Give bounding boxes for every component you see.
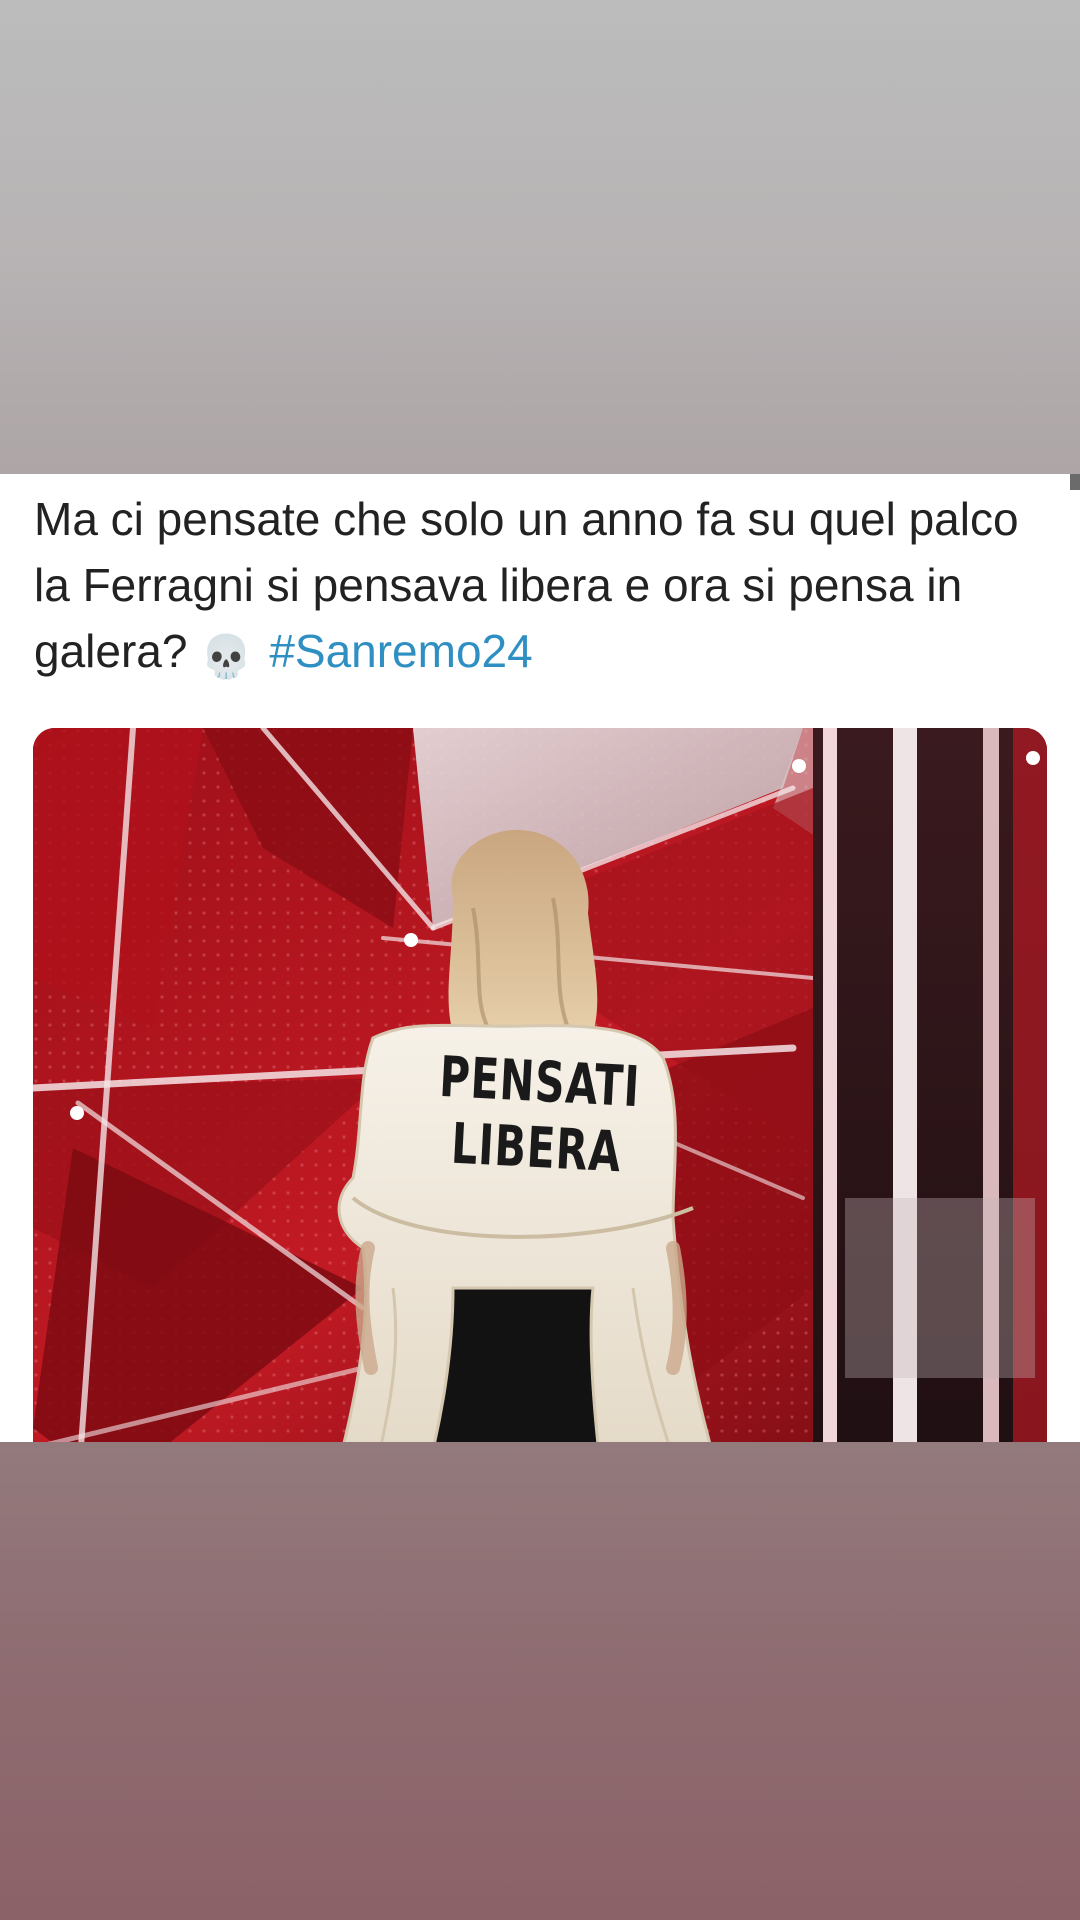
cape-slogan-line-2: LIBERA bbox=[449, 1111, 623, 1186]
tweet-text: Ma ci pensate che solo un anno fa su que… bbox=[34, 486, 1044, 684]
tweet-screenshot: Ma ci pensate che solo un anno fa su que… bbox=[0, 474, 1080, 1442]
cape-slogan-line-1: PENSATI bbox=[437, 1044, 642, 1121]
story-frame: Ma ci pensate che solo un anno fa su que… bbox=[0, 0, 1080, 1920]
cape-slogan: PENSATI LIBERA bbox=[432, 1045, 644, 1188]
hashtag-link[interactable]: #Sanremo24 bbox=[269, 625, 532, 677]
tweet-photo[interactable]: PENSATI LIBERA bbox=[33, 728, 1047, 1442]
scroll-indicator bbox=[1070, 474, 1080, 490]
story-bottom-background bbox=[0, 1442, 1080, 1920]
skull-emoji-icon: 💀 bbox=[200, 633, 253, 680]
story-top-background bbox=[0, 0, 1080, 474]
